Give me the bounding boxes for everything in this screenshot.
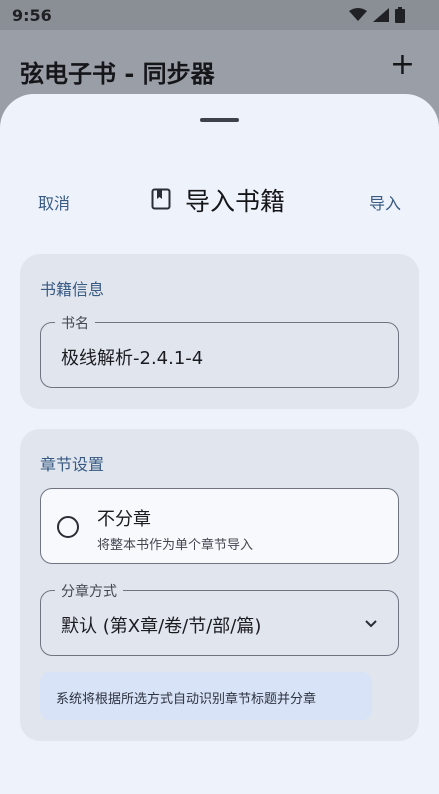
radio-button[interactable]: [57, 516, 79, 538]
book-name-field[interactable]: 书名 极线解析-2.4.1-4: [40, 313, 399, 388]
book-info-title: 书籍信息: [40, 280, 105, 299]
drag-handle[interactable]: [200, 118, 239, 122]
cancel-button[interactable]: 取消: [38, 190, 70, 214]
signal-icon: [373, 8, 389, 22]
book-icon: [151, 188, 171, 210]
chevron-down-icon: [365, 620, 377, 628]
chapter-settings-title: 章节设置: [40, 455, 105, 474]
book-info-card: 书籍信息 书名 极线解析-2.4.1-4: [20, 254, 419, 409]
hint-box: 系统将根据所选方式自动识别章节标题并分章: [40, 672, 372, 720]
battery-icon: [395, 7, 405, 23]
option-description: 将整本书作为单个章节导入: [97, 538, 254, 553]
split-method-dropdown[interactable]: 分章方式 默认 (第X章/卷/节/部/篇): [40, 581, 399, 656]
import-sheet: 取消 导入书籍 导入 书籍信息 书名 极线解析-2.4.1-4 章节设置 不分章…: [0, 94, 439, 794]
status-time: 9:56: [12, 6, 52, 25]
book-name-value: 极线解析-2.4.1-4: [61, 348, 204, 369]
split-method-value: 默认 (第X章/卷/节/部/篇): [61, 616, 262, 637]
app-title: 弦电子书 - 同步器: [20, 60, 215, 88]
status-icons: [349, 7, 405, 23]
no-split-option[interactable]: 不分章 将整本书作为单个章节导入: [40, 488, 399, 564]
sheet-title: 导入书籍: [185, 187, 286, 216]
split-method-label: 分章方式: [55, 581, 123, 601]
wifi-icon: [349, 8, 367, 21]
import-button[interactable]: 导入: [369, 190, 401, 214]
status-bar: 9:56: [0, 0, 439, 30]
chapter-settings-card: 章节设置 不分章 将整本书作为单个章节导入 分章方式 默认 (第X章/卷/节/部…: [20, 429, 419, 741]
option-title: 不分章: [97, 509, 151, 530]
sheet-header: 取消 导入书籍 导入: [0, 176, 439, 222]
plus-icon[interactable]: +: [390, 50, 415, 80]
hint-text: 系统将根据所选方式自动识别章节标题并分章: [56, 692, 317, 707]
book-name-label: 书名: [55, 313, 95, 333]
app-bar: 弦电子书 - 同步器 +: [0, 30, 439, 102]
